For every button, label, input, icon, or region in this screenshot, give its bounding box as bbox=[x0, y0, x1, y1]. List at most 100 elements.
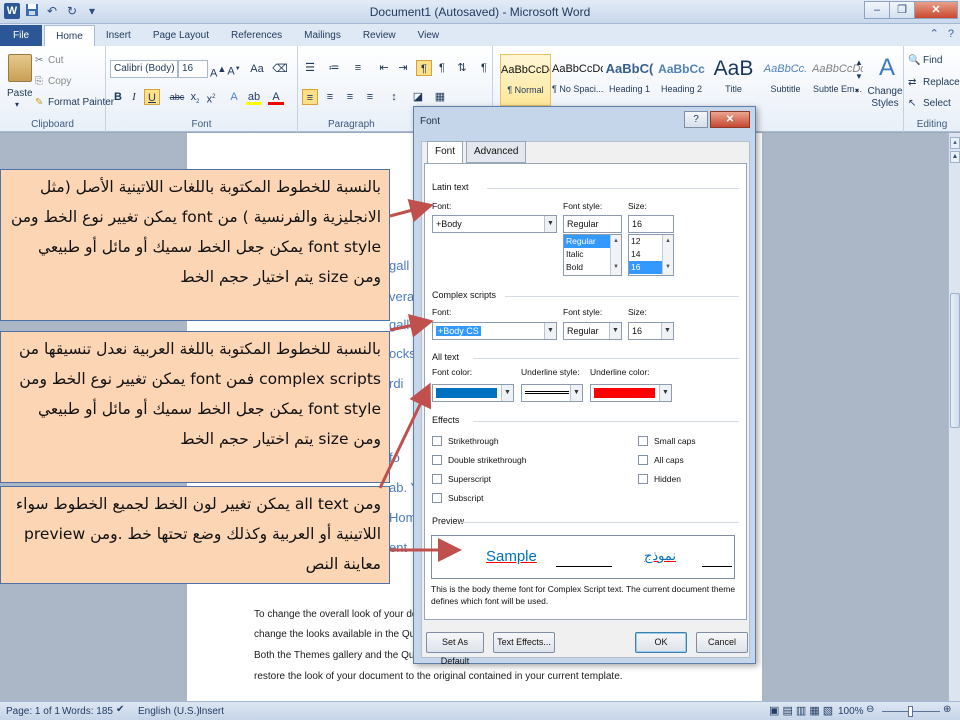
paste-dropdown-icon[interactable]: ▾ bbox=[15, 100, 19, 109]
hidden-checkbox[interactable]: Hidden bbox=[638, 474, 681, 484]
underline-icon[interactable]: U bbox=[144, 89, 160, 105]
complex-font-select[interactable]: +Body CS ▼ bbox=[432, 322, 557, 340]
proofing-icon[interactable]: ✔ bbox=[116, 704, 124, 715]
checkbox-box[interactable] bbox=[432, 455, 442, 465]
latin-style-list[interactable]: Regular Italic Bold ▲ ▼ bbox=[563, 234, 622, 276]
insert-mode[interactable]: Insert bbox=[199, 706, 224, 717]
checkbox-box[interactable] bbox=[432, 474, 442, 484]
replace-icon[interactable]: ⇄ bbox=[908, 77, 916, 88]
align-right-icon[interactable]: ≡ bbox=[342, 89, 358, 105]
shrink-font-icon[interactable]: A▼ bbox=[226, 61, 242, 78]
language-indicator[interactable]: English (U.S.) bbox=[138, 706, 200, 717]
scroll-up-icon[interactable]: ▲ bbox=[950, 151, 960, 163]
superscript-icon[interactable]: x2 bbox=[203, 89, 219, 106]
text-effects-icon[interactable]: A bbox=[226, 89, 242, 105]
view-buttons[interactable]: ▣ ▤ ▥ ▦ ▧ bbox=[769, 704, 833, 717]
tab-file[interactable]: File bbox=[0, 25, 43, 46]
checkbox-box[interactable] bbox=[432, 493, 442, 503]
dropdown-arrow-icon[interactable]: ▼ bbox=[544, 216, 556, 232]
zoom-in-icon[interactable]: ⊕ bbox=[943, 704, 951, 715]
latin-size-input[interactable]: 16 bbox=[628, 215, 674, 233]
checkbox-box[interactable] bbox=[638, 455, 648, 465]
help-icon[interactable]: ? bbox=[948, 28, 954, 40]
clear-formatting-icon[interactable]: ⌫ bbox=[272, 61, 288, 77]
small-caps-checkbox[interactable]: Small caps bbox=[638, 436, 696, 446]
scroll-thumb[interactable] bbox=[950, 293, 960, 428]
style-heading-2[interactable]: AaBbCc Heading 2 bbox=[656, 54, 707, 106]
find-icon[interactable]: 🔍 bbox=[908, 55, 920, 66]
checkbox-box[interactable] bbox=[432, 436, 442, 446]
style-title[interactable]: AaB Title bbox=[708, 54, 759, 106]
replace-button[interactable]: Replace bbox=[923, 77, 960, 88]
rtl-icon[interactable]: ¶ bbox=[416, 60, 432, 76]
highlight-icon[interactable]: ab bbox=[246, 89, 262, 105]
double-strikethrough-checkbox[interactable]: Double strikethrough bbox=[432, 455, 526, 465]
minimize-button[interactable]: – bbox=[864, 1, 890, 19]
list-scrollbar[interactable]: ▲ ▼ bbox=[662, 235, 673, 275]
all-caps-checkbox[interactable]: All caps bbox=[638, 455, 684, 465]
font-name-box[interactable]: Calibri (Body) bbox=[110, 60, 178, 78]
subscript-checkbox[interactable]: Subscript bbox=[432, 493, 483, 503]
page-count[interactable]: Page: 1 of 1 bbox=[6, 706, 60, 717]
dialog-close-button[interactable]: ✕ bbox=[710, 111, 750, 128]
dropdown-arrow-icon[interactable]: ▼ bbox=[544, 323, 556, 339]
dropdown-arrow-icon[interactable]: ▼ bbox=[570, 385, 582, 401]
cut-button[interactable]: Cut bbox=[48, 55, 64, 66]
complex-size-select[interactable]: 16 ▼ bbox=[628, 322, 674, 340]
latin-style-input[interactable]: Regular bbox=[563, 215, 622, 233]
tab-home[interactable]: Home bbox=[44, 25, 95, 46]
align-center-icon[interactable]: ≡ bbox=[322, 89, 338, 105]
italic-icon[interactable]: I bbox=[126, 89, 142, 105]
ltr-icon[interactable]: ¶ bbox=[434, 60, 450, 76]
line-spacing-icon[interactable]: ↕ bbox=[386, 89, 402, 105]
tab-insert[interactable]: Insert bbox=[95, 25, 142, 46]
borders-icon[interactable]: ▦ bbox=[432, 89, 448, 105]
dropdown-arrow-icon[interactable]: ▼ bbox=[609, 323, 621, 339]
shading-icon[interactable]: ◪ bbox=[410, 89, 426, 105]
justify-icon[interactable]: ≡ bbox=[362, 89, 378, 105]
tab-mailings[interactable]: Mailings bbox=[293, 25, 352, 46]
format-painter-button[interactable]: Format Painter bbox=[48, 97, 114, 108]
dropdown-arrow-icon[interactable]: ▼ bbox=[659, 385, 671, 401]
tab-view[interactable]: View bbox=[407, 25, 451, 46]
tab-references[interactable]: References bbox=[220, 25, 293, 46]
close-button[interactable]: ✕ bbox=[914, 1, 958, 19]
style-normal[interactable]: AaBbCcDc ¶ Normal bbox=[500, 54, 551, 106]
font-color-icon[interactable]: A bbox=[268, 89, 284, 105]
latin-size-list[interactable]: 12 14 16 ▲ ▼ bbox=[628, 234, 674, 276]
dropdown-arrow-icon[interactable]: ▼ bbox=[661, 323, 673, 339]
style-no-spacing[interactable]: AaBbCcDc ¶ No Spaci... bbox=[552, 54, 603, 106]
numbering-icon[interactable]: ≔ bbox=[326, 60, 342, 76]
sort-icon[interactable]: ⇅ bbox=[454, 60, 470, 76]
strikethrough-checkbox[interactable]: Strikethrough bbox=[432, 436, 499, 446]
word-count[interactable]: Words: 185 bbox=[62, 706, 113, 717]
grow-font-icon[interactable]: A▲ bbox=[210, 61, 226, 80]
strikethrough-icon[interactable]: abc bbox=[169, 89, 185, 105]
tab-page-layout[interactable]: Page Layout bbox=[142, 25, 220, 46]
font-size-box[interactable]: 16 bbox=[178, 60, 208, 78]
bold-icon[interactable]: B bbox=[110, 89, 126, 105]
increase-indent-icon[interactable]: ⇥ bbox=[395, 60, 411, 76]
latin-font-select[interactable]: +Body ▼ bbox=[432, 215, 557, 233]
change-case-icon[interactable]: Aa bbox=[249, 61, 265, 77]
tab-review[interactable]: Review bbox=[352, 25, 407, 46]
styles-scroll-icon[interactable]: ▲ ▼ ▾ bbox=[855, 56, 863, 98]
restore-button[interactable]: ❐ bbox=[889, 1, 915, 19]
multilevel-list-icon[interactable]: ≡ bbox=[350, 60, 366, 76]
complex-style-select[interactable]: Regular ▼ bbox=[563, 322, 622, 340]
dropdown-arrow-icon[interactable]: ▼ bbox=[501, 385, 513, 401]
ok-button[interactable]: OK bbox=[635, 632, 687, 653]
change-styles-button[interactable]: Change Styles bbox=[867, 86, 903, 110]
paste-button[interactable]: Paste bbox=[7, 88, 33, 99]
paste-icon[interactable] bbox=[8, 54, 32, 82]
font-color-picker[interactable]: ▼ bbox=[432, 384, 514, 402]
select-icon[interactable]: ↖ bbox=[908, 98, 916, 109]
cancel-button[interactable]: Cancel bbox=[696, 632, 748, 653]
copy-button[interactable]: Copy bbox=[48, 76, 71, 87]
style-subtitle[interactable]: AaBbCc. Subtitle bbox=[760, 54, 811, 106]
subscript-icon[interactable]: x2 bbox=[187, 89, 203, 105]
underline-color-picker[interactable]: ▼ bbox=[590, 384, 672, 402]
set-as-default-button[interactable]: Set As Default bbox=[426, 632, 484, 666]
text-effects-button[interactable]: Text Effects... bbox=[493, 632, 555, 653]
dialog-help-button[interactable]: ? bbox=[684, 111, 708, 128]
